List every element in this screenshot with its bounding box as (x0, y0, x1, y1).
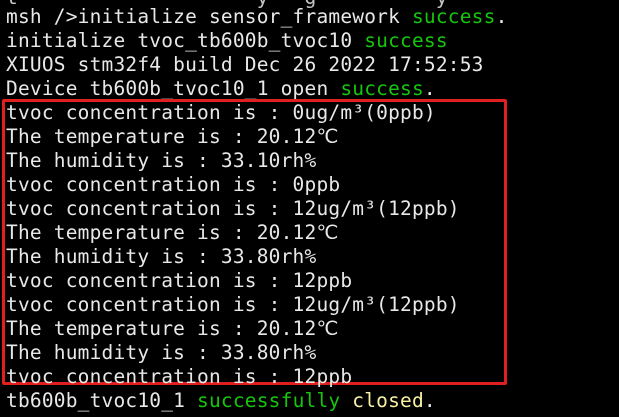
sensor-reading-line: tvoc concentration is : 12ppb (6, 269, 353, 292)
device-name: tb600b_tvoc10_1 (6, 389, 198, 412)
output-line-init-framework: msh />initialize sensor_framework succes… (6, 5, 508, 29)
output-tail: . (495, 5, 508, 28)
sensor-reading-line: tvoc concentration is : 12ug/m³(12ppb) (6, 197, 460, 220)
closed-status: closed (352, 389, 424, 412)
output-text: initialize tvoc_tb600b_tvoc10 (6, 29, 365, 52)
success-status: success (340, 77, 424, 100)
sensor-reading-line: tvoc concentration is : 0ppb (6, 173, 341, 196)
output-text: Device tb600b_tvoc10_1 open (6, 77, 341, 100)
output-line-build-info: XIUOS stm32f4 build Dec 26 2022 17:52:53 (6, 53, 484, 77)
sensor-reading-line: The humidity is : 33.80rh% (6, 341, 317, 364)
output-text: msh />initialize sensor_framework (6, 5, 412, 28)
success-status: success (364, 29, 448, 52)
sensor-reading-line: The temperature is : 20.12℃ (6, 221, 339, 244)
sensor-reading-line: The temperature is : 20.12℃ (6, 317, 339, 340)
output-tail: . (423, 389, 436, 412)
output-line-init-tvoc: initialize tvoc_tb600b_tvoc10 success (6, 29, 448, 53)
sensor-reading-line: tvoc concentration is : 12ug/m³(12ppb) (6, 293, 460, 316)
output-text: XIUOS stm32f4 build Dec 26 2022 17:52:53 (6, 53, 484, 76)
sensor-reading-line: tvoc concentration is : 0ug/m³(0ppb) (6, 101, 436, 124)
success-status: success (411, 5, 496, 28)
sensor-reading-line: tvoc concentration is : 12ppb (6, 365, 353, 388)
output-line-device-closed: tb600b_tvoc10_1 successfully closed. (6, 389, 436, 413)
output-tail: . (423, 77, 436, 100)
output-line-device-open: Device tb600b_tvoc10_1 open success. (6, 77, 436, 101)
sensor-reading-line: The humidity is : 33.80rh% (6, 245, 317, 268)
sensor-reading-line: The temperature is : 20.12℃ (6, 125, 339, 148)
successfully-status: successfully (197, 389, 341, 412)
sensor-reading-line: The humidity is : 33.10rh% (6, 149, 317, 172)
terminal-window[interactable]: t y g y msh />initialize sensor_framewor… (0, 0, 619, 417)
